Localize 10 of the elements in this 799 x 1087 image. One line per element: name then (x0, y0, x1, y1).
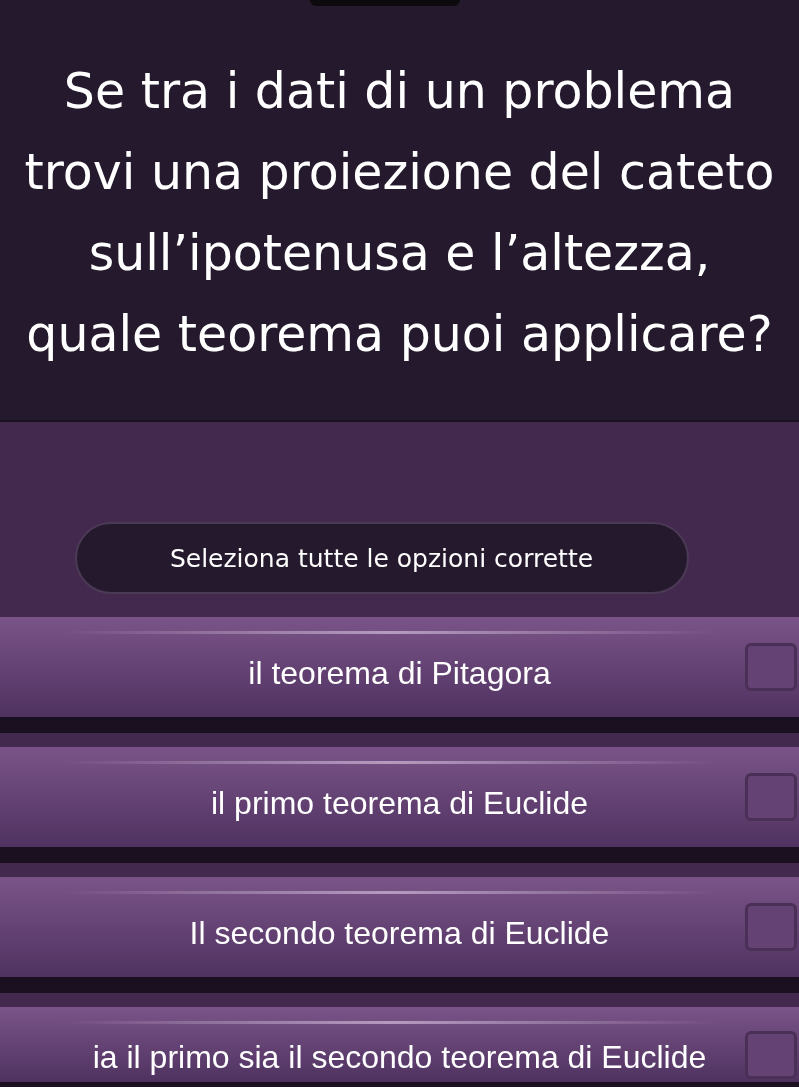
checkbox[interactable] (745, 773, 797, 821)
question-text: Se tra i dati di un problema trovi una proiezione del cateto sull’ipotenusa e l’altezza, quale teorema puoi applicare? (23, 62, 776, 365)
instruction-label: Seleziona tutte le opzioni corrette (74, 522, 689, 594)
answer-option[interactable]: il teorema di Pitagora (0, 617, 799, 717)
answer-option[interactable]: il primo teorema di Euclide (0, 747, 799, 847)
answer-option[interactable]: Il secondo teorema di Euclide (0, 877, 799, 977)
checkbox[interactable] (745, 643, 797, 691)
checkbox[interactable] (745, 1031, 797, 1079)
checkbox[interactable] (745, 903, 797, 951)
answer-option[interactable]: ia il primo sia il secondo teorema di Euclide (0, 1007, 799, 1082)
